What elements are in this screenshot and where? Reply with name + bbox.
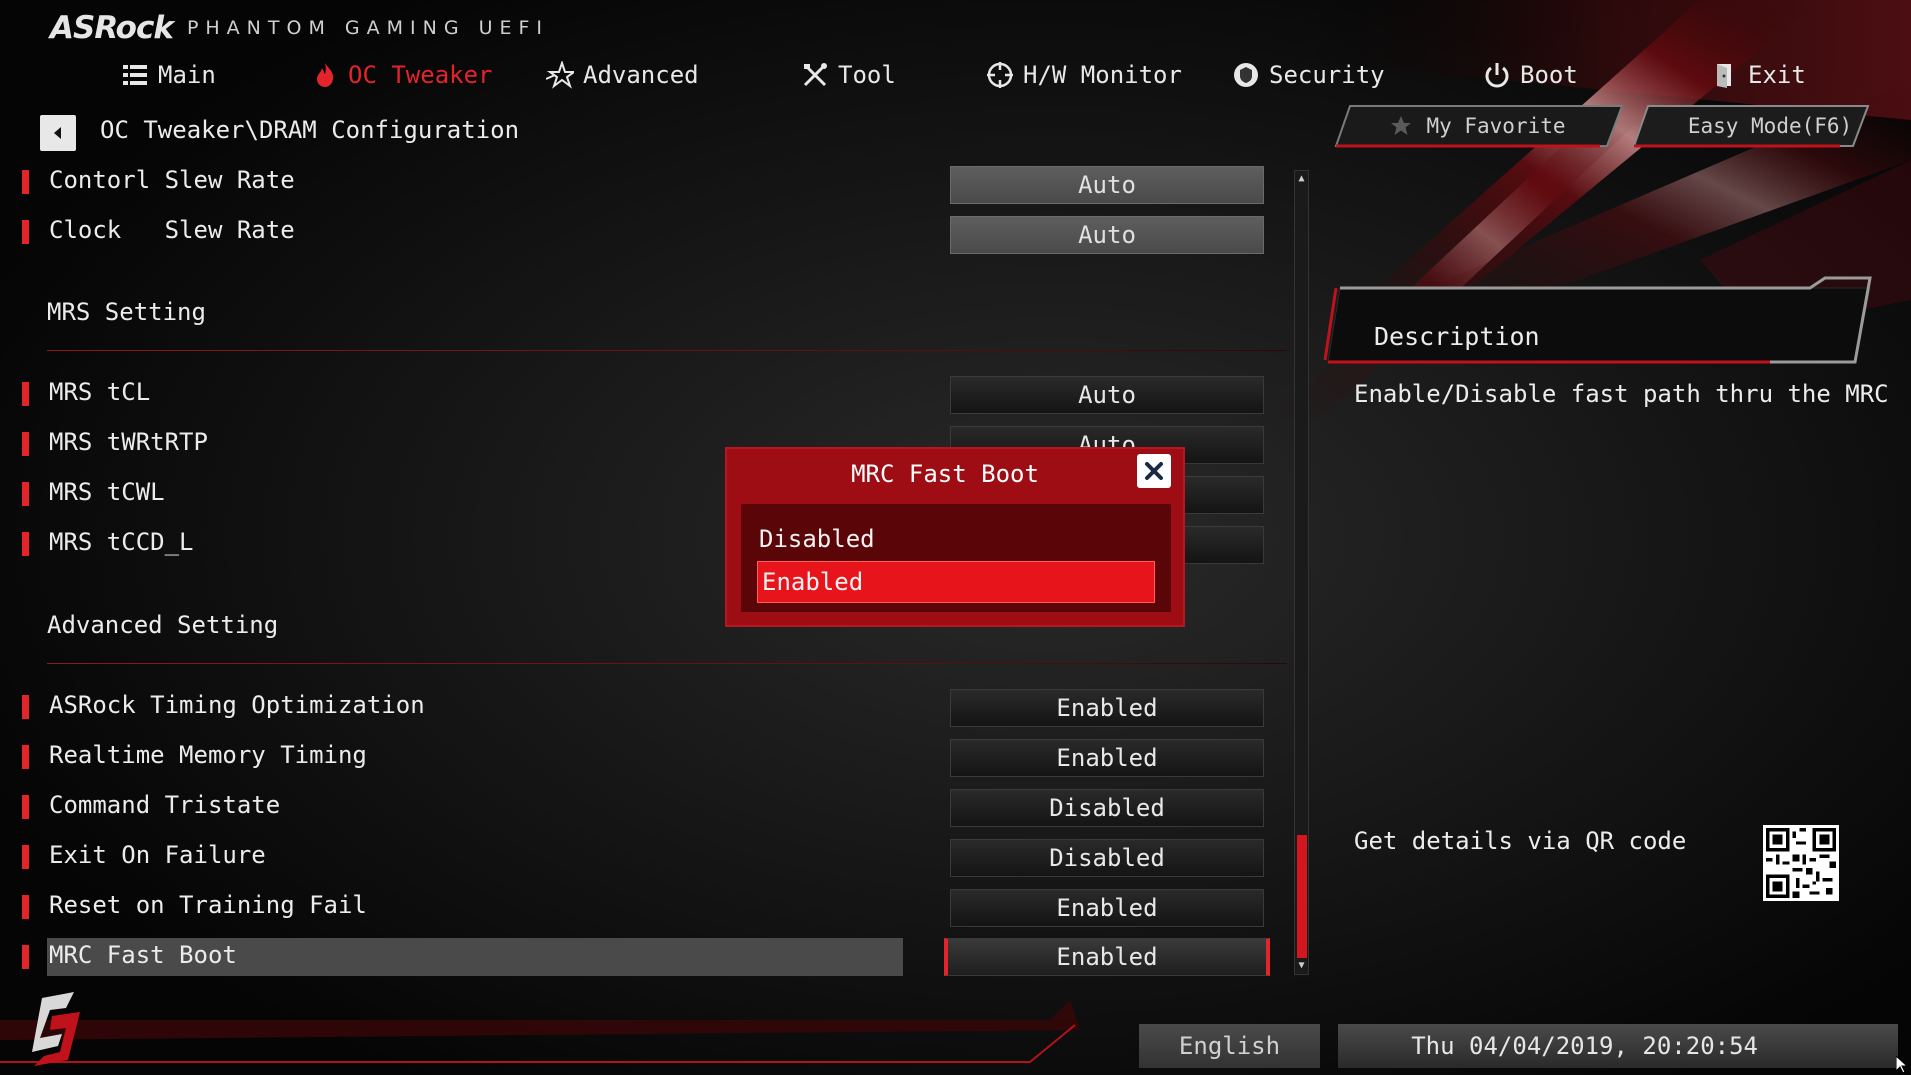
- setting-value-mrc-fast-boot[interactable]: Enabled: [944, 938, 1270, 976]
- row-marker: [22, 532, 29, 556]
- row-marker: [22, 695, 29, 719]
- tab-boot-label: Boot: [1520, 61, 1578, 89]
- scroll-up-arrow-icon[interactable]: ▲: [1294, 171, 1309, 186]
- breadcrumb: OC Tweaker\DRAM Configuration: [100, 116, 520, 144]
- qr-code[interactable]: [1763, 825, 1839, 901]
- setting-value-reset-on-training-fail[interactable]: Enabled: [950, 889, 1264, 927]
- setting-value-mrs-tcl[interactable]: Auto: [950, 376, 1264, 414]
- favorite-star-icon: [1391, 116, 1412, 135]
- setting-value-realtime-memory-timing[interactable]: Enabled: [950, 739, 1264, 777]
- tab-hw-monitor-label: H/W Monitor: [1023, 61, 1182, 89]
- tab-advanced-label: Advanced: [583, 61, 699, 89]
- row-marker: [22, 895, 29, 919]
- setting-value-exit-on-failure[interactable]: Disabled: [950, 839, 1264, 877]
- my-favorite-label: My Favorite: [1426, 114, 1566, 138]
- setting-label-reset-on-training-fail[interactable]: Reset on Training Fail: [49, 891, 367, 919]
- setting-value-asrock-timing-optimization[interactable]: Enabled: [950, 689, 1264, 727]
- setting-label-mrs-tccd-l[interactable]: MRS tCCD_L: [49, 528, 194, 556]
- tools-icon: [803, 63, 827, 87]
- description-text: Enable/Disable fast path thru the MRC: [1354, 380, 1889, 408]
- setting-value-control-slew-rate[interactable]: Auto: [950, 166, 1264, 204]
- language-selector[interactable]: English: [1139, 1024, 1320, 1068]
- setting-label-control-slew-rate[interactable]: Contorl Slew Rate: [49, 166, 295, 194]
- description-title: Description: [1374, 322, 1540, 351]
- row-marker: [22, 845, 29, 869]
- setting-label-exit-on-failure[interactable]: Exit On Failure: [49, 841, 266, 869]
- list-icon: [123, 65, 147, 85]
- brand-subtitle: PHANTOM GAMING UEFI: [186, 17, 550, 39]
- scrollbar-thumb[interactable]: [1297, 835, 1307, 958]
- setting-label-command-tristate[interactable]: Command Tristate: [49, 791, 280, 819]
- tab-security-label: Security: [1269, 61, 1385, 89]
- tab-boot[interactable]: Boot: [1483, 52, 1578, 98]
- tab-tool[interactable]: Tool: [801, 52, 896, 98]
- setting-label-mrs-tcl[interactable]: MRS tCL: [49, 378, 150, 406]
- row-marker: [22, 795, 29, 819]
- setting-label-clock-slew-rate[interactable]: Clock Slew Rate: [49, 216, 295, 244]
- asrock-logo: ASRock: [50, 10, 174, 46]
- easy-mode-label: Easy Mode(F6): [1687, 114, 1853, 138]
- row-marker: [22, 170, 29, 194]
- setting-value-clock-slew-rate[interactable]: Auto: [950, 216, 1264, 254]
- popup-option-disabled[interactable]: Disabled: [755, 518, 1155, 560]
- row-marker: [22, 432, 29, 456]
- tab-exit[interactable]: Exit: [1711, 52, 1806, 98]
- shield-icon: [1234, 63, 1258, 87]
- setting-label-realtime-memory-timing[interactable]: Realtime Memory Timing: [49, 741, 367, 769]
- power-icon: [1485, 63, 1509, 88]
- popup-title: MRC Fast Boot: [851, 460, 1039, 488]
- flame-icon: [317, 63, 334, 87]
- easy-mode-button[interactable]: Easy Mode(F6): [1640, 106, 1900, 146]
- phantom-gaming-logo: [32, 992, 80, 1066]
- qr-code-icon: [1766, 828, 1836, 898]
- crosshair-icon: [987, 62, 1013, 88]
- tab-oc-tweaker[interactable]: OC Tweaker: [311, 52, 493, 98]
- brand-header: ASRock PHANTOM GAMING UEFI: [50, 8, 549, 48]
- mouse-cursor-icon: [1896, 1056, 1908, 1074]
- tab-main-label: Main: [158, 61, 216, 89]
- tab-advanced[interactable]: Advanced: [546, 52, 699, 98]
- section-mrs-setting: MRS Setting: [47, 298, 206, 326]
- row-marker: [22, 220, 29, 244]
- setting-value-command-tristate[interactable]: Disabled: [950, 789, 1264, 827]
- tab-exit-label: Exit: [1748, 61, 1806, 89]
- setting-label-asrock-timing-optimization[interactable]: ASRock Timing Optimization: [49, 691, 425, 719]
- tab-main[interactable]: Main: [121, 52, 216, 98]
- tab-tool-label: Tool: [838, 61, 896, 89]
- scroll-down-arrow-icon[interactable]: ▼: [1294, 958, 1309, 973]
- tab-hw-monitor[interactable]: H/W Monitor: [986, 52, 1182, 98]
- tab-oc-tweaker-label: OC Tweaker: [348, 61, 493, 89]
- setting-label-mrs-tcwl[interactable]: MRS tCWL: [49, 478, 165, 506]
- setting-label-mrs-twrtrtp[interactable]: MRS tWRtRTP: [49, 428, 208, 456]
- popup-option-enabled[interactable]: Enabled: [757, 561, 1155, 603]
- star-icon: [546, 61, 574, 89]
- close-button[interactable]: [1137, 454, 1171, 488]
- close-icon: [1145, 462, 1163, 480]
- back-arrow-icon: [54, 127, 61, 139]
- section-advanced-setting: Advanced Setting: [47, 611, 279, 639]
- tab-security[interactable]: Security: [1232, 52, 1385, 98]
- qr-code-label: Get details via QR code: [1354, 827, 1687, 855]
- exit-door-icon: [1717, 64, 1731, 88]
- row-marker: [22, 382, 29, 406]
- datetime-display: Thu 04/04/2019, 20:20:54: [1338, 1024, 1898, 1068]
- back-button[interactable]: [40, 115, 76, 151]
- row-marker: [22, 745, 29, 769]
- my-favorite-button[interactable]: My Favorite: [1338, 106, 1618, 146]
- row-marker: [22, 482, 29, 506]
- setting-label-mrc-fast-boot[interactable]: MRC Fast Boot: [49, 941, 237, 969]
- section-divider: [47, 663, 1287, 664]
- section-divider: [47, 350, 1287, 351]
- row-marker: [22, 945, 29, 969]
